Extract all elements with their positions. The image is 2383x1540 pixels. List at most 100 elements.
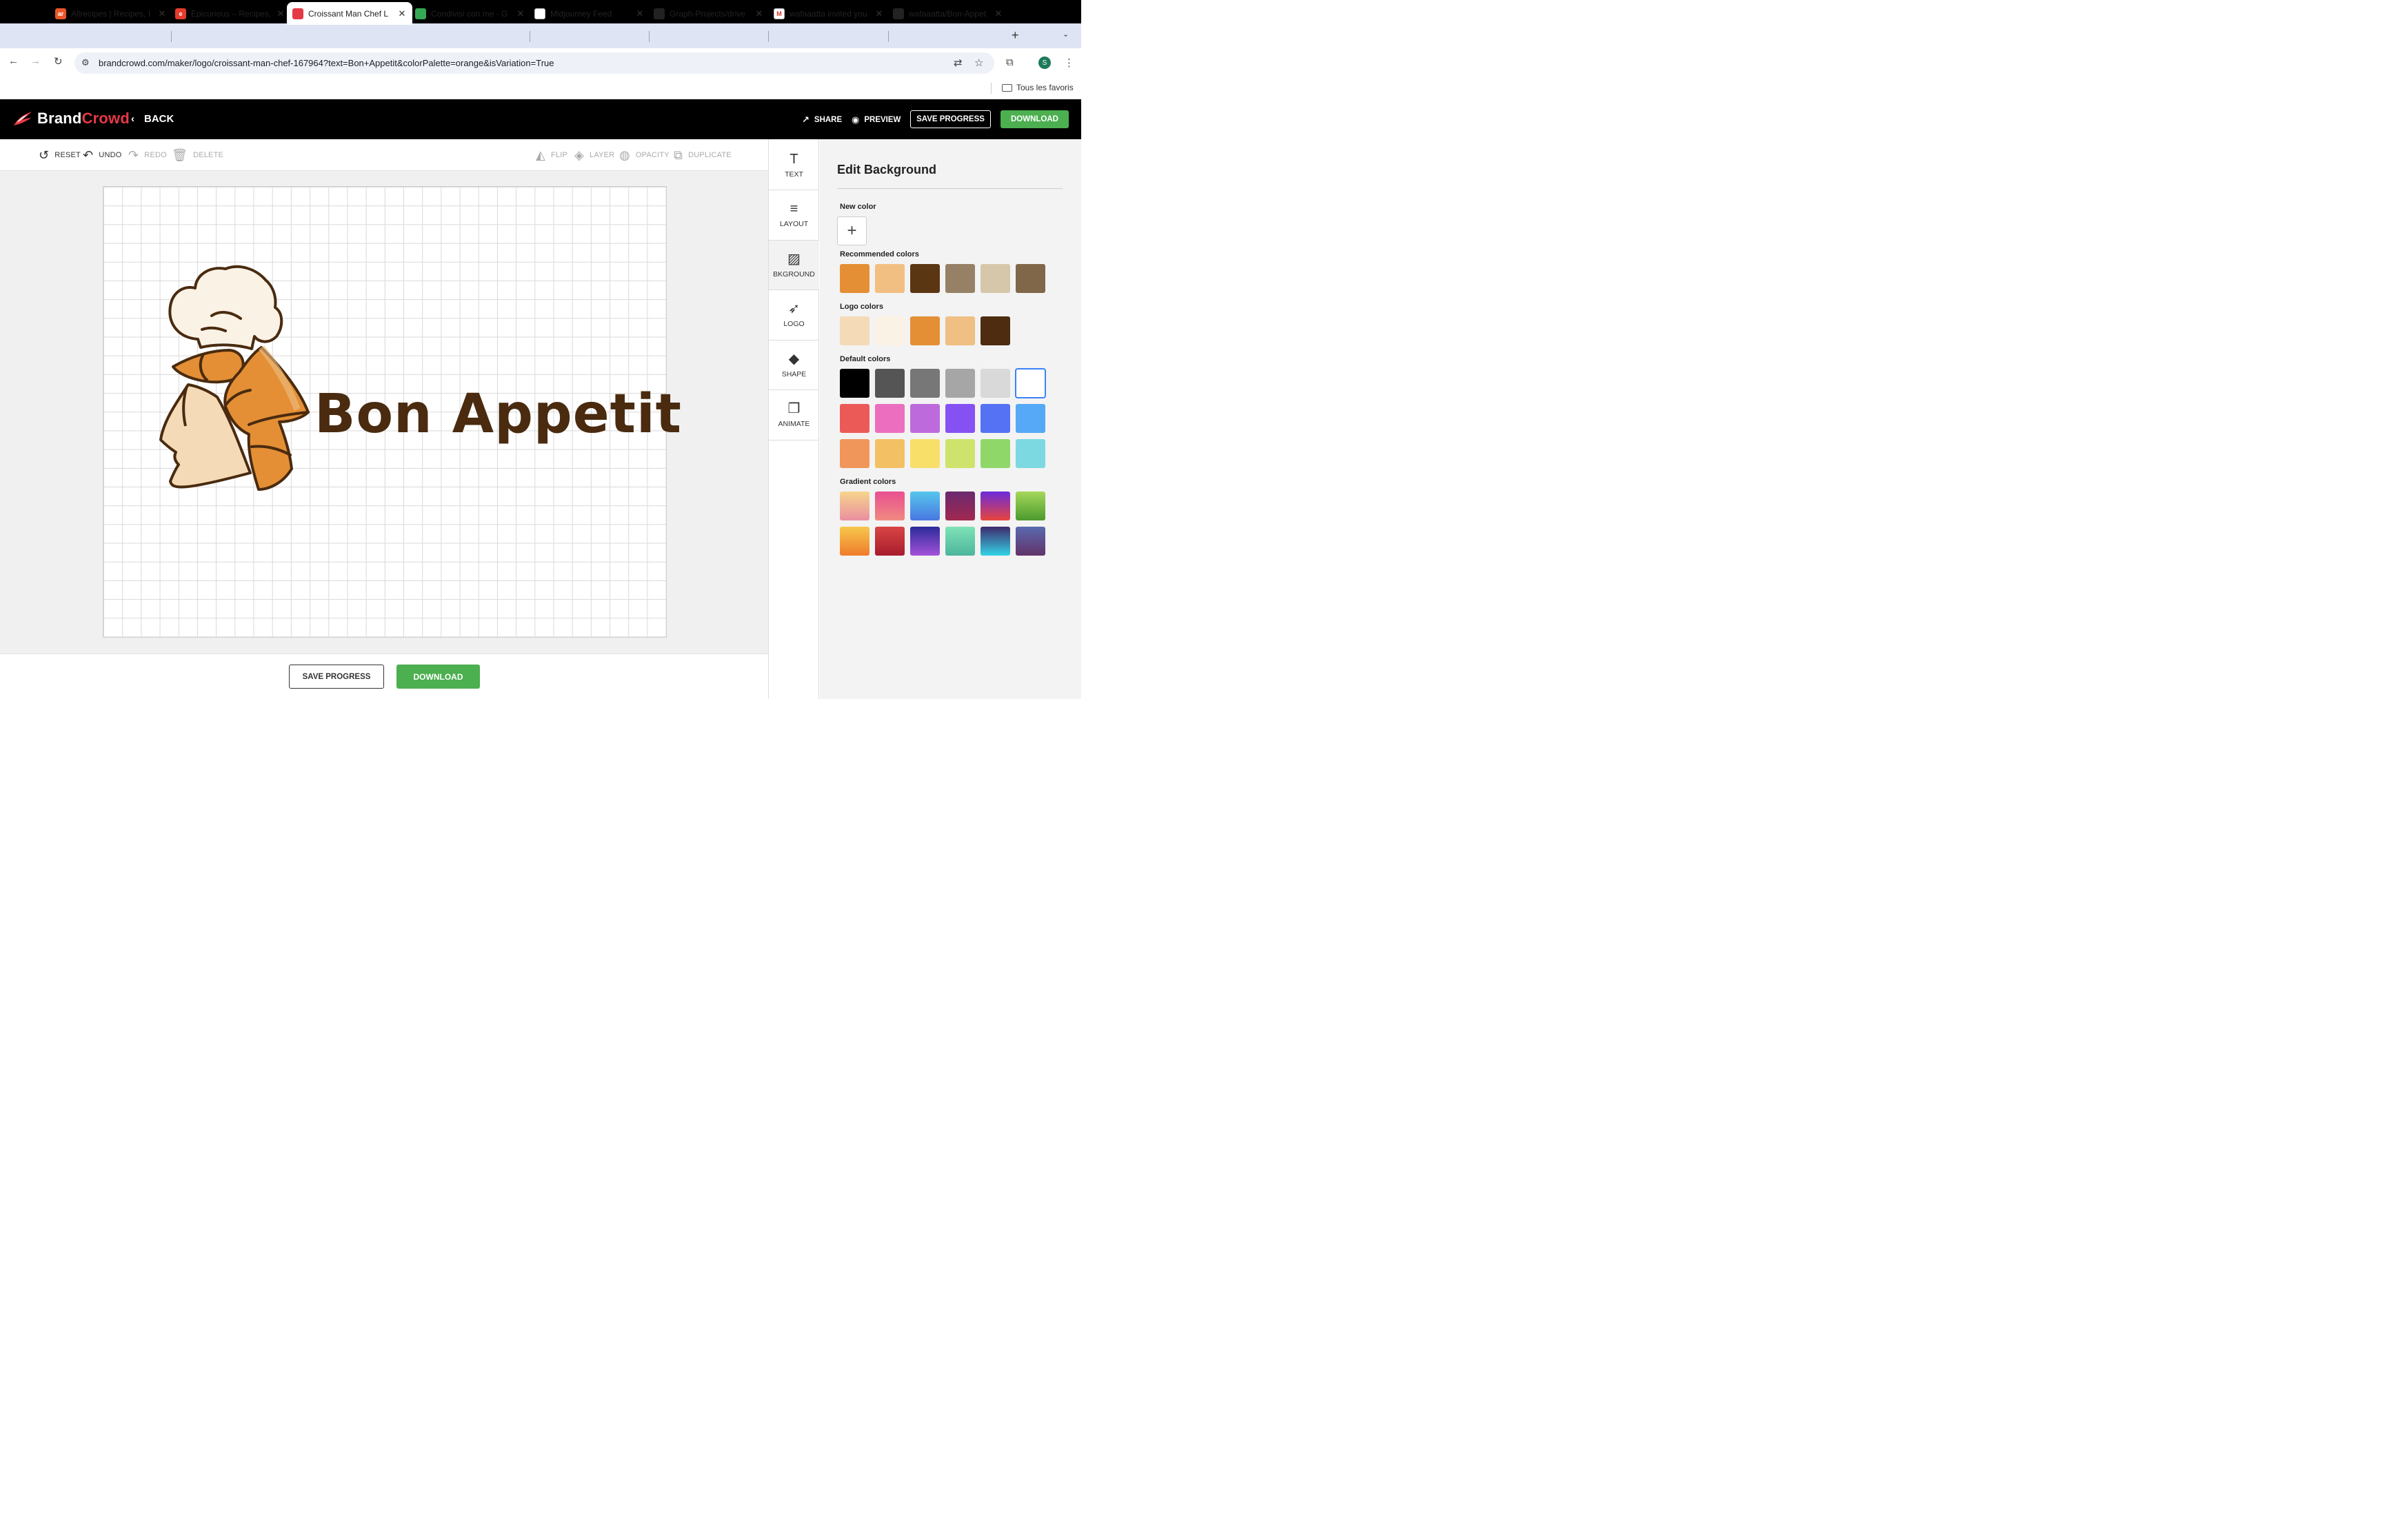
undo-button[interactable]: ↶ UNDO [83, 149, 122, 161]
side-tab-shape[interactable]: ◆ SHAPE [769, 341, 819, 390]
header-download-button[interactable]: DOWNLOAD [1001, 110, 1069, 128]
logo-color-swatch[interactable] [945, 316, 975, 345]
gradient-color-swatch[interactable] [909, 492, 940, 520]
default-color-swatch[interactable] [909, 403, 940, 433]
all-bookmarks[interactable]: Tous les favoris [1002, 83, 1074, 92]
duplicate-button[interactable]: ⧉ DUPLICATE [674, 149, 732, 161]
share-button[interactable]: ↗ SHARE [802, 114, 842, 125]
url-text[interactable]: brandcrowd.com/maker/logo/croissant-man-… [99, 58, 554, 68]
redo-button[interactable]: ↷ REDO [128, 149, 167, 161]
tab-close-icon[interactable]: ✕ [276, 8, 285, 19]
logo-color-swatch[interactable] [840, 316, 869, 345]
gradient-color-swatch[interactable] [945, 526, 975, 556]
recommended-color-swatch[interactable] [874, 264, 905, 293]
brandcrowd-logo[interactable]: BrandCrowd [12, 109, 130, 128]
header-save-progress-button[interactable]: SAVE PROGRESS [910, 110, 991, 128]
back-arrow-icon[interactable]: ← [8, 55, 19, 67]
browser-tab[interactable]: Mwafaaatta invited you ✕ [774, 2, 884, 25]
tab-close-icon[interactable]: ✕ [874, 8, 884, 19]
gradient-color-swatch[interactable] [840, 526, 869, 556]
bottom-download-button[interactable]: DOWNLOAD [396, 665, 480, 689]
side-tab-text[interactable]: T TEXT [769, 141, 819, 190]
browser-tab[interactable]: e Epicurious – Recipes, ✕ [175, 2, 285, 25]
gradient-color-swatch[interactable] [980, 492, 1010, 520]
all-bookmarks-label: Tous les favoris [1016, 83, 1074, 92]
delete-button[interactable]: 🗑 DELETE [172, 149, 223, 161]
browser-tab[interactable]: Croissant Man Chef L ✕ [287, 2, 412, 25]
gradient-color-swatch[interactable] [1015, 492, 1045, 520]
layer-button[interactable]: ◈ LAYER [574, 149, 614, 161]
default-color-swatch[interactable] [840, 438, 869, 468]
star-icon[interactable]: ☆ [974, 57, 983, 69]
gradient-color-swatch[interactable] [840, 492, 869, 520]
default-color-swatch[interactable] [874, 369, 905, 398]
recommended-color-swatch[interactable] [980, 264, 1010, 293]
gradient-color-swatch[interactable] [945, 492, 975, 520]
logo-color-swatch[interactable] [909, 316, 940, 345]
preview-button[interactable]: ◉ PREVIEW [852, 114, 901, 125]
new-tab-icon[interactable]: + [1012, 28, 1019, 43]
browser-tab[interactable]: Midjourney Feed ✕ [534, 2, 645, 25]
default-color-swatch[interactable] [874, 438, 905, 468]
tab-close-icon[interactable]: ✕ [157, 8, 167, 19]
default-color-swatch[interactable] [1015, 403, 1045, 433]
gradient-color-swatch[interactable] [980, 526, 1010, 556]
flip-button[interactable]: ◭ FLIP [536, 149, 567, 161]
translate-icon[interactable]: ⇄ [954, 57, 963, 69]
recommended-color-swatch[interactable] [909, 264, 940, 293]
tab-close-icon[interactable]: ✕ [994, 8, 1003, 19]
logo-text[interactable]: Bon Appetit [314, 383, 682, 445]
default-color-swatch[interactable] [945, 403, 975, 433]
default-color-swatch[interactable] [945, 438, 975, 468]
reload-icon[interactable]: ↻ [54, 55, 63, 68]
add-color-button[interactable]: + [837, 216, 867, 245]
gradient-color-swatch[interactable] [909, 526, 940, 556]
profile-avatar[interactable]: S [1038, 57, 1051, 69]
browser-tab[interactable]: wafaaatta/Bon-Appet ✕ [893, 2, 1003, 25]
recommended-color-swatch[interactable] [945, 264, 975, 293]
logo-color-swatch[interactable] [980, 316, 1010, 345]
recommended-color-swatch[interactable] [840, 264, 869, 293]
side-tab-animate[interactable]: ❐ ANIMATE [769, 391, 819, 440]
site-info-icon[interactable]: ⚙ [81, 57, 90, 68]
opacity-icon: ◍ [619, 148, 630, 162]
recommended-color-swatch[interactable] [1015, 264, 1045, 293]
side-tab-bkground[interactable]: ▨ BKGROUND [769, 241, 819, 290]
extensions-icon[interactable]: ⧉ [1006, 57, 1014, 68]
default-color-swatch[interactable] [980, 403, 1010, 433]
croissant-chef-logo-icon[interactable] [155, 262, 321, 496]
tab-close-icon[interactable]: ✕ [397, 8, 407, 19]
bottom-save-progress-button[interactable]: SAVE PROGRESS [289, 665, 384, 689]
default-color-swatch[interactable] [840, 403, 869, 433]
default-color-swatch[interactable] [909, 369, 940, 398]
default-color-swatch[interactable] [909, 438, 940, 468]
gradient-color-swatch[interactable] [1015, 526, 1045, 556]
tab-search-icon[interactable]: ⌄ [1063, 30, 1069, 39]
browser-tab[interactable]: ar Allrecipes | Recipes, I ✕ [55, 2, 167, 25]
browser-menu-icon[interactable]: ⋮ [1064, 57, 1074, 69]
bookmarks-divider [991, 83, 992, 94]
side-tab-logo[interactable]: ➶ LOGO [769, 291, 819, 341]
opacity-button[interactable]: ◍ OPACITY [619, 149, 670, 161]
default-color-swatch[interactable] [874, 403, 905, 433]
side-tab-layout[interactable]: ≡ LAYOUT [769, 191, 819, 241]
tab-favicon-icon: e [175, 8, 186, 19]
gradient-color-swatch[interactable] [874, 492, 905, 520]
forward-arrow-icon[interactable]: → [30, 55, 41, 67]
tab-close-icon[interactable]: ✕ [516, 8, 525, 19]
tab-close-icon[interactable]: ✕ [635, 8, 645, 19]
default-color-swatch[interactable] [840, 369, 869, 398]
tab-close-icon[interactable]: ✕ [754, 8, 764, 19]
back-button[interactable]: ‹ BACK [131, 113, 174, 125]
redo-label: REDO [144, 151, 167, 159]
logo-color-swatch[interactable] [874, 316, 905, 345]
default-color-swatch[interactable] [1014, 368, 1046, 398]
default-color-swatch[interactable] [1015, 438, 1045, 468]
default-color-swatch[interactable] [980, 438, 1010, 468]
default-color-swatch[interactable] [980, 369, 1010, 398]
reset-button[interactable]: ↺ RESET [39, 149, 81, 161]
default-color-swatch[interactable] [945, 369, 975, 398]
browser-tab[interactable]: Graph-Projects/drive ✕ [654, 2, 764, 25]
gradient-color-swatch[interactable] [874, 526, 905, 556]
browser-tab[interactable]: Condivisi con me - G ✕ [415, 2, 525, 25]
